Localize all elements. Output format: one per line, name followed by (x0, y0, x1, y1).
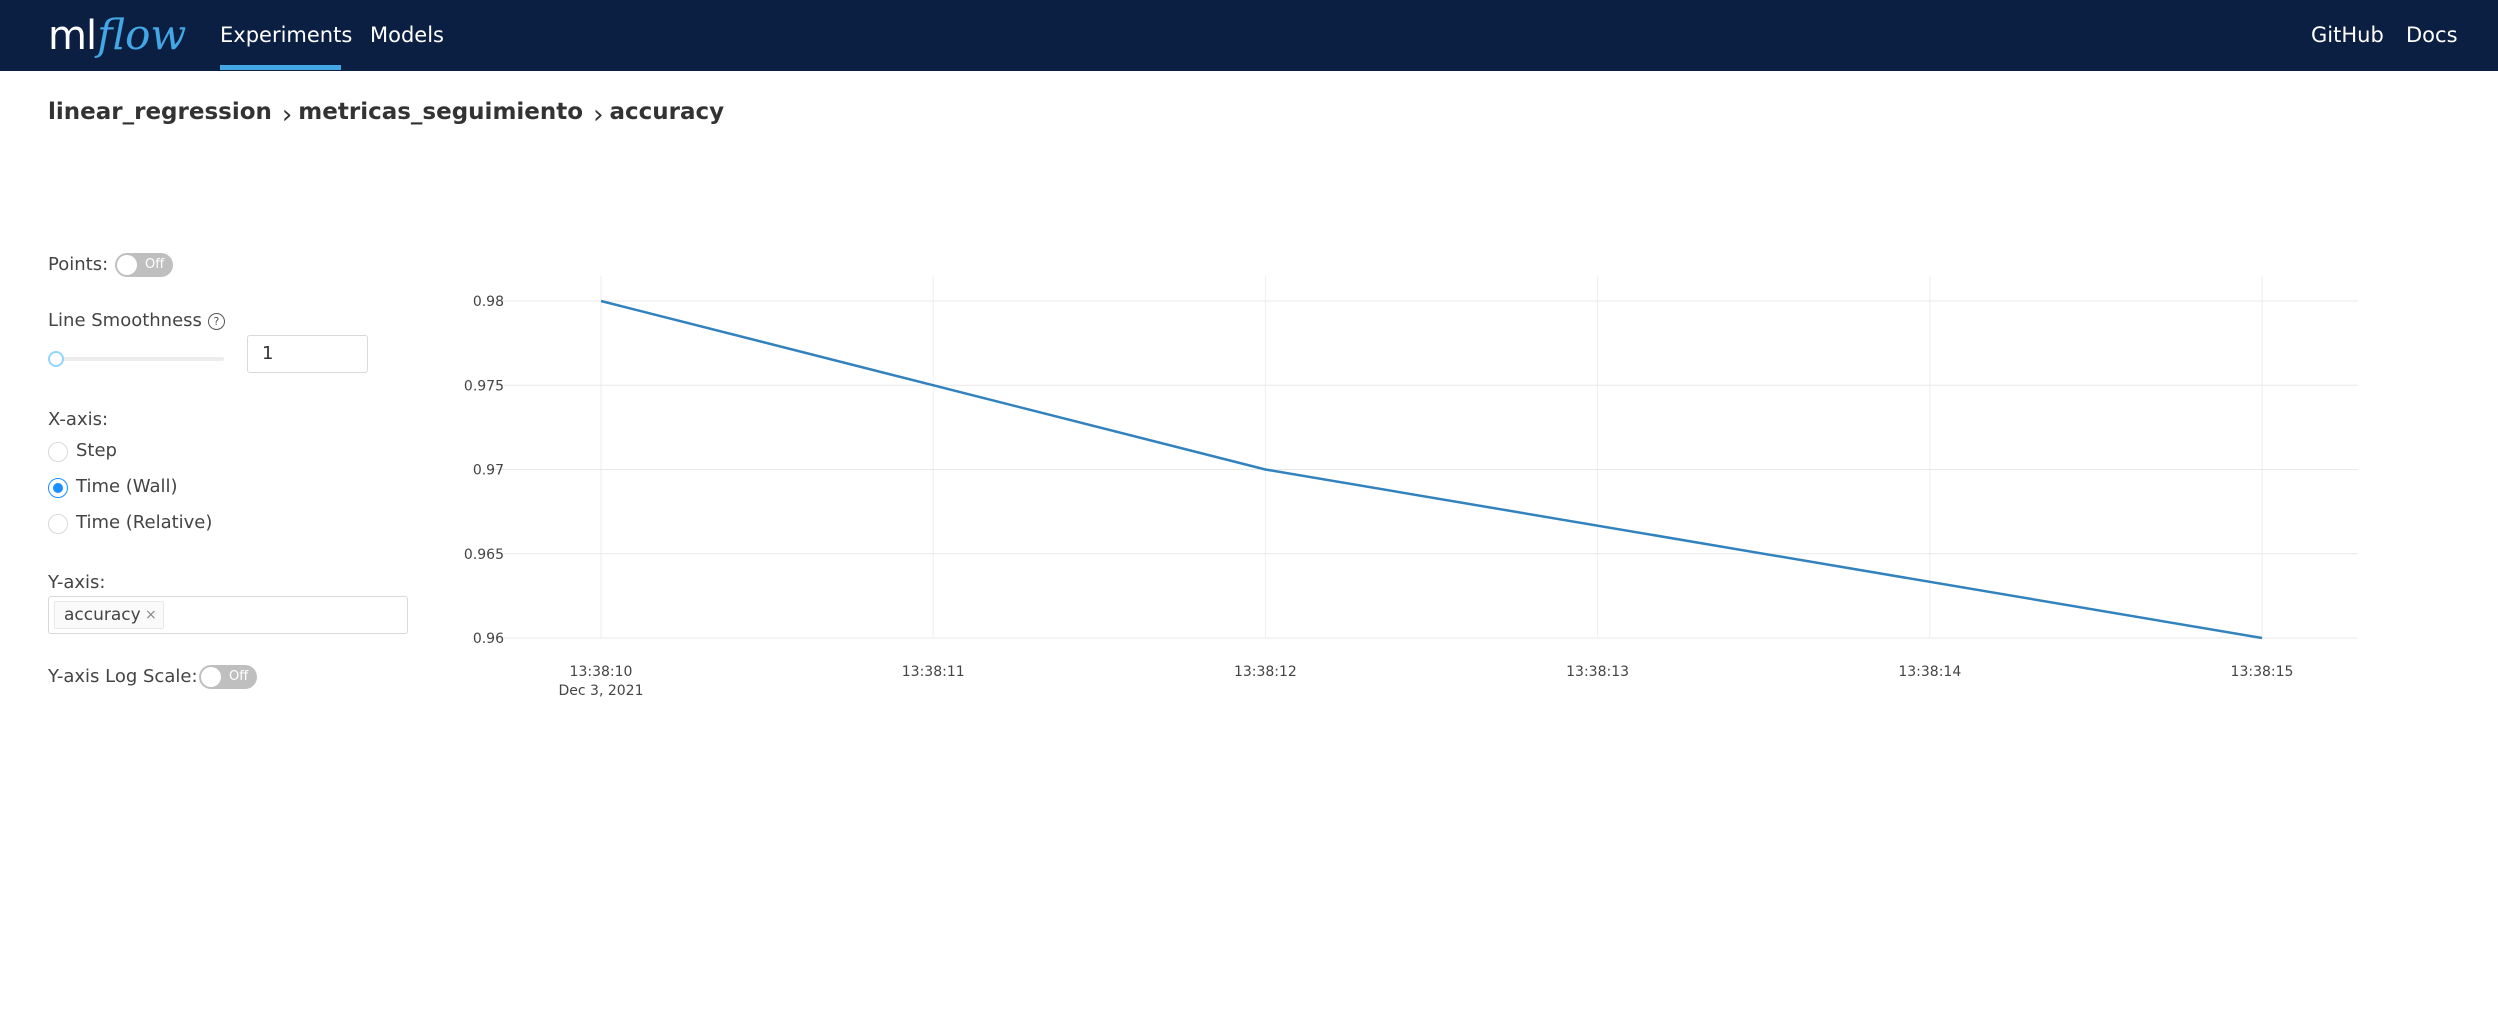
y-tick-label: 0.98 (473, 294, 504, 310)
smoothness-slider-track[interactable] (52, 357, 224, 361)
x-tick-label: 13:38:10 (570, 664, 633, 680)
chevron-right-icon: › (281, 100, 293, 130)
line-smoothness-text: Line Smoothness (48, 310, 202, 331)
smoothness-slider-handle[interactable] (48, 351, 64, 367)
nav-experiments[interactable]: Experiments (220, 0, 352, 71)
points-toggle[interactable]: Off (115, 253, 173, 277)
breadcrumb: linear_regression › metricas_seguimiento › a… (48, 96, 725, 130)
breadcrumb-run[interactable]: metricas_seguimiento (298, 99, 583, 125)
y-tick-label: 0.96 (473, 631, 504, 647)
y-tick-label: 0.965 (464, 547, 504, 563)
nav-models[interactable]: Models (370, 0, 444, 71)
log-scale-toggle[interactable]: Off (199, 665, 257, 689)
x-tick-label: 13:38:15 (2231, 664, 2294, 680)
y-tick-label: 0.975 (464, 378, 504, 394)
toggle-knob (201, 667, 221, 687)
x-tick-label: 13:38:12 (1234, 664, 1297, 680)
yaxis-metric-tag: accuracy × (54, 601, 164, 629)
close-icon[interactable]: × (145, 602, 157, 628)
nav-active-indicator (220, 65, 341, 70)
smoothness-input[interactable]: 1 (247, 335, 368, 373)
x-tick-label: 13:38:14 (1898, 664, 1961, 680)
top-navbar: ml flow Experiments Models GitHub Docs (0, 0, 2498, 71)
nav-github[interactable]: GitHub (2311, 0, 2384, 71)
xaxis-radio-step[interactable] (48, 442, 68, 462)
logo-ml-text: ml (48, 13, 97, 59)
yaxis-metric-tag-label: accuracy (64, 605, 141, 625)
x-date-label: Dec 3, 2021 (559, 683, 644, 699)
yaxis-metric-select[interactable]: accuracy × (48, 596, 408, 634)
logo-flow-text: flow (97, 10, 187, 59)
log-scale-label: Y-axis Log Scale: (48, 666, 198, 687)
breadcrumb-metric: accuracy (609, 99, 725, 125)
chevron-right-icon: › (593, 100, 604, 130)
nav-docs[interactable]: Docs (2406, 0, 2458, 71)
xaxis-label: X-axis: (48, 409, 109, 430)
xaxis-radio-time-relative[interactable] (48, 514, 68, 534)
xaxis-option-time-relative[interactable]: Time (Relative) (76, 512, 212, 533)
yaxis-label: Y-axis: (48, 572, 106, 593)
points-label: Points: (48, 254, 109, 275)
x-tick-label: 13:38:13 (1566, 664, 1629, 680)
xaxis-option-time-wall[interactable]: Time (Wall) (76, 476, 178, 497)
metric-line-chart[interactable]: 13:38:10 13:38:11 13:38:12 13:38:13 13:38:14… (440, 260, 2390, 720)
xaxis-radio-time-wall[interactable] (48, 478, 68, 498)
log-scale-toggle-text: Off (229, 669, 249, 684)
points-toggle-text: Off (145, 257, 165, 272)
mlflow-logo[interactable]: ml flow (48, 6, 186, 64)
xaxis-option-step[interactable]: Step (76, 440, 117, 461)
y-tick-label: 0.97 (473, 463, 504, 479)
line-smoothness-label: Line Smoothness? (48, 310, 225, 331)
toggle-knob (117, 255, 137, 275)
breadcrumb-experiment[interactable]: linear_regression (48, 99, 272, 125)
x-tick-label: 13:38:11 (902, 664, 965, 680)
question-circle-icon[interactable]: ? (207, 313, 225, 330)
